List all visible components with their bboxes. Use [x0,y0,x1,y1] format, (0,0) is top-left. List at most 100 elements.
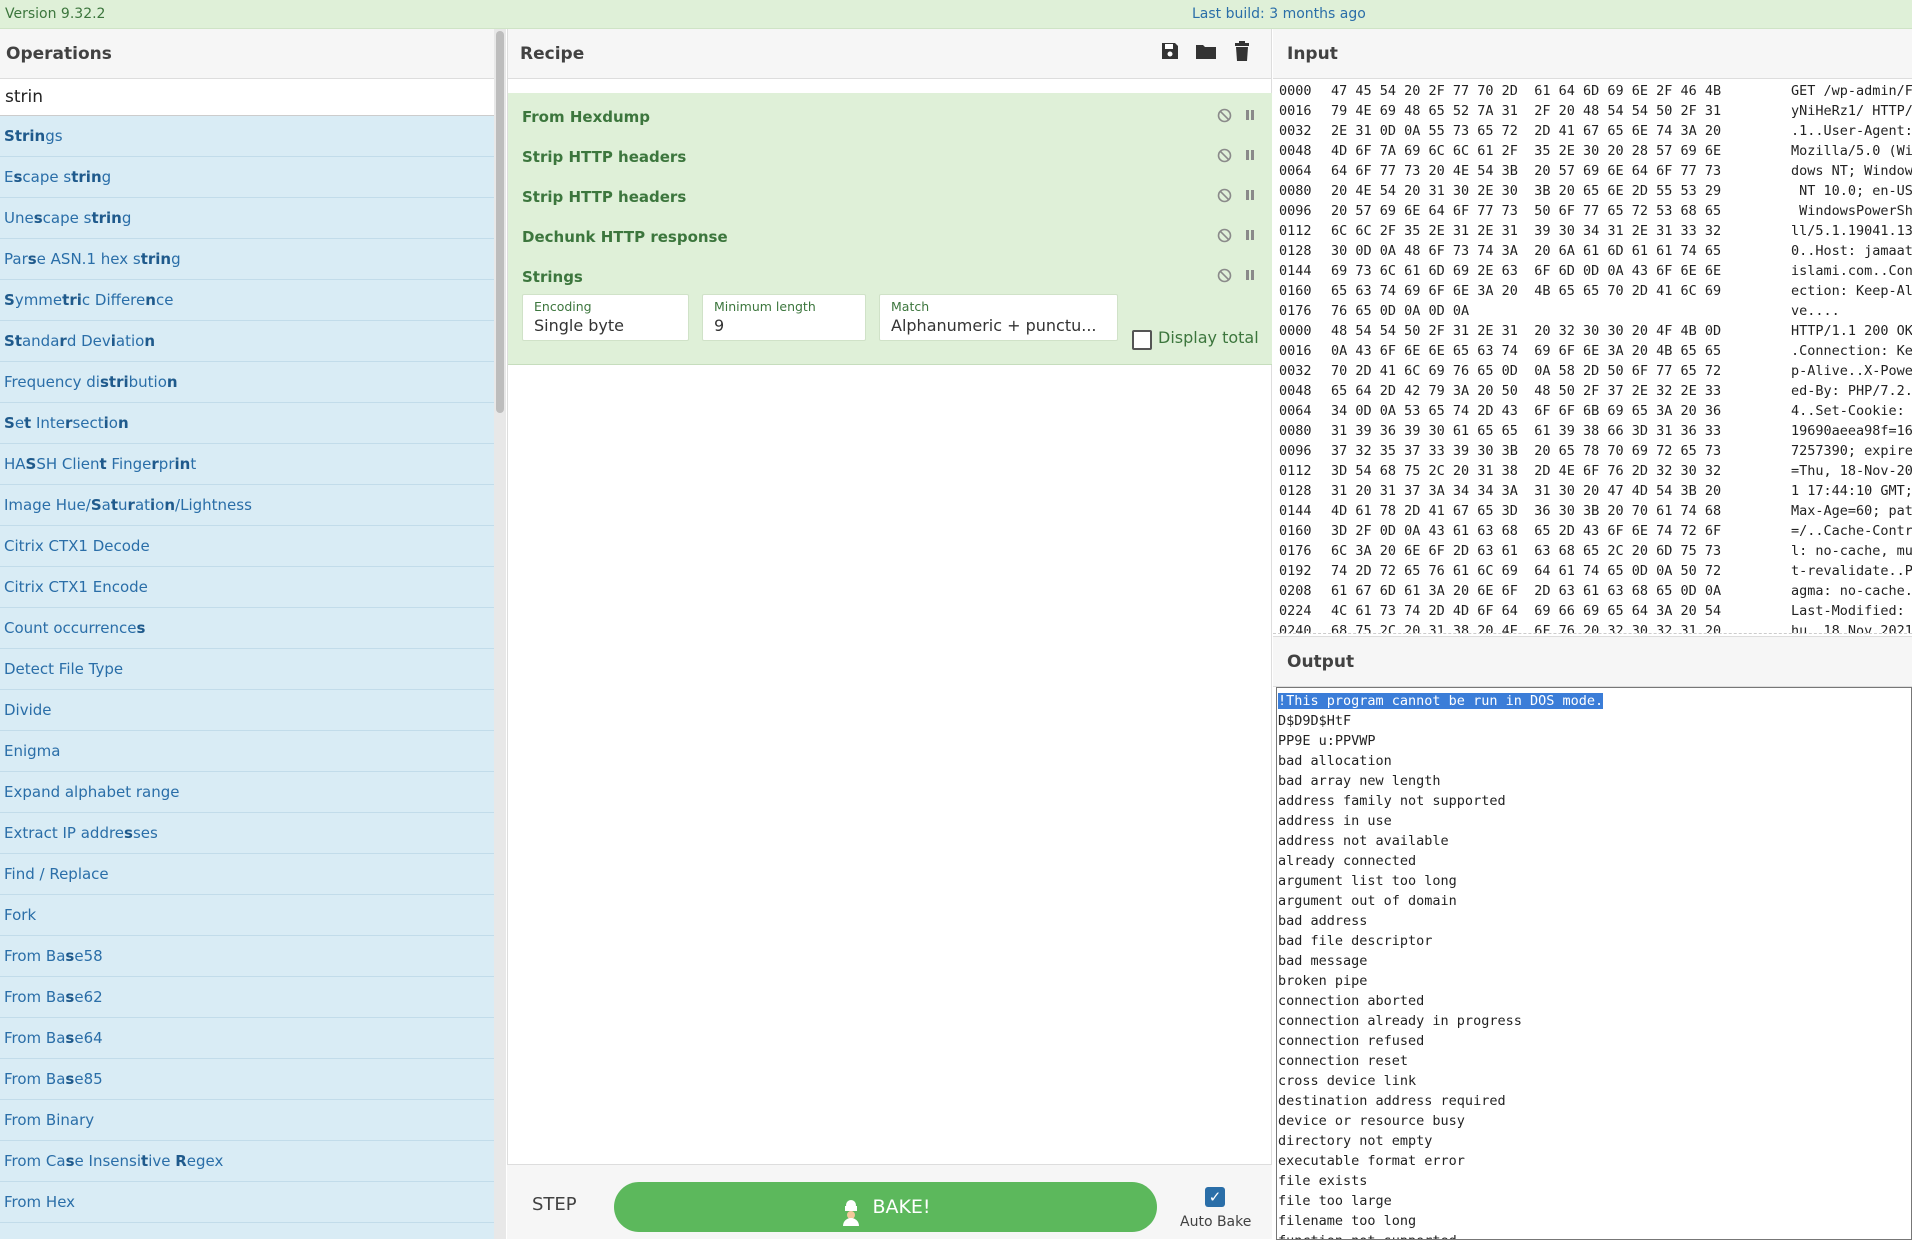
bake-label: BAKE! [872,1196,931,1218]
operation-item[interactable]: Detect File Type [0,649,494,690]
hex-ascii: agma: no-cache.. [1791,583,1912,599]
bake-bar: STEP BAKE! ✓ Auto Bake [507,1164,1272,1239]
input-pane: Input 0000 47 45 54 20 2F 77 70 2D 61 64 … [1273,29,1912,633]
operation-item[interactable]: Citrix CTX1 Encode [0,567,494,608]
operation-item[interactable]: From Base58 [0,936,494,977]
operation-item[interactable]: Unescape string [0,198,494,239]
display-total-checkbox[interactable] [1132,330,1152,350]
operation-item[interactable]: From Base64 [0,1018,494,1059]
operation-item[interactable]: Frequency distribution [0,362,494,403]
match-select[interactable]: Match Alphanumeric + punctu... [879,294,1118,341]
disable-icon[interactable] [1217,228,1232,247]
last-build-link[interactable]: Last build: 3 months ago [1192,6,1366,22]
hex-row: 0112 6C 6C 2F 35 2E 31 2E 31 39 30 34 31 … [1279,221,1912,241]
output-line-text: bad message [1278,953,1368,969]
hex-ascii: 7257390; expires [1791,443,1912,459]
output-line-text: broken pipe [1278,973,1368,989]
output-text-area[interactable]: !This program cannot be run in DOS mode.… [1276,687,1912,1240]
output-line: address family not supported [1278,791,1910,811]
hex-offset: 0096 [1279,203,1312,219]
hex-ascii: ll/5.1.19041.132 [1791,223,1912,239]
operations-search-input[interactable] [0,79,494,116]
output-line-text: bad address [1278,913,1368,929]
version-label: Version 9.32.2 [5,6,106,22]
hex-bytes: 65 64 2D 42 79 3A 20 50 48 50 2F 37 2E 3… [1331,383,1722,399]
output-line: PP9E u:PPVWP [1278,731,1910,751]
operation-item[interactable]: Strings [0,116,494,157]
operation-item[interactable]: Standard Deviation [0,321,494,362]
hex-offset: 0176 [1279,303,1312,319]
hex-ascii: l: no-cache, mus [1791,543,1912,559]
disable-icon[interactable] [1217,108,1232,127]
output-line-text: directory not empty [1278,1133,1433,1149]
hex-offset: 0064 [1279,403,1312,419]
hex-bytes: 47 45 54 20 2F 77 70 2D 61 64 6D 69 6E 2… [1331,83,1722,99]
chef-icon [840,1195,862,1226]
bake-button[interactable]: BAKE! [614,1182,1157,1232]
operation-item[interactable]: From Case Insensitive Regex [0,1141,494,1182]
hex-ascii: ection: Keep-Ali [1791,283,1912,299]
operation-item[interactable]: Divide [0,690,494,731]
minimum-length-field[interactable]: Minimum length 9 [702,294,866,341]
hex-offset: 0208 [1279,583,1312,599]
operation-item[interactable]: Find / Replace [0,854,494,895]
folder-icon[interactable] [1195,41,1217,63]
pause-icon[interactable] [1244,148,1256,167]
hex-row: 0128 31 20 31 37 3A 34 34 3A 31 30 20 47 … [1279,481,1912,501]
operation-item[interactable]: From Binary [0,1100,494,1141]
operation-item[interactable]: From Base85 [0,1059,494,1100]
disable-icon[interactable] [1217,268,1232,287]
disable-icon[interactable] [1217,148,1232,167]
auto-bake-checkbox[interactable]: ✓ [1205,1187,1225,1207]
hex-offset: 0112 [1279,223,1312,239]
operation-item[interactable]: Fork [0,895,494,936]
hex-bytes: 6C 3A 20 6E 6F 2D 63 61 63 68 65 2C 20 6… [1331,543,1722,559]
encoding-select[interactable]: Encoding Single byte [522,294,689,341]
scrollbar-thumb[interactable] [496,31,504,413]
operation-item[interactable]: Escape string [0,157,494,198]
operation-item[interactable]: Extract IP addresses [0,813,494,854]
output-line-text: connection aborted [1278,993,1425,1009]
trash-icon[interactable] [1231,41,1253,63]
hex-row: 0096 20 57 69 6E 64 6F 77 73 50 6F 77 65 … [1279,201,1912,221]
output-line-text: filename too long [1278,1213,1417,1229]
output-line-text: address not available [1278,833,1449,849]
output-line: bad file descriptor [1278,931,1910,951]
pause-icon[interactable] [1244,268,1256,287]
hex-offset: 0144 [1279,503,1312,519]
output-line: bad allocation [1278,751,1910,771]
operation-item[interactable]: Set Intersection [0,403,494,444]
operation-item[interactable]: From Hex [0,1182,494,1223]
hex-bytes: 74 2D 72 65 76 61 6C 69 64 61 74 65 0D 0… [1331,563,1722,579]
pause-icon[interactable] [1244,188,1256,207]
operation-item[interactable]: Parse ASN.1 hex string [0,239,494,280]
operation-item[interactable]: Count occurrences [0,608,494,649]
operations-scrollbar[interactable] [494,29,506,1239]
operation-item[interactable]: Enigma [0,731,494,772]
hex-offset: 0128 [1279,243,1312,259]
operation-item[interactable]: Image Hue/Saturation/Lightness [0,485,494,526]
display-total-label[interactable]: Display total [1158,328,1259,347]
recipe-step-name: From Hexdump [522,108,651,126]
output-line-text: cross device link [1278,1073,1417,1089]
output-line: connection refused [1278,1031,1910,1051]
hex-ascii: 0..Host: jamaate [1791,243,1912,259]
output-line-text: argument list too long [1278,873,1457,889]
disable-icon[interactable] [1217,188,1232,207]
hex-bytes: 34 0D 0A 53 65 74 2D 43 6F 6F 6B 69 65 3… [1331,403,1722,419]
pause-icon[interactable] [1244,108,1256,127]
operation-item[interactable]: From Base62 [0,977,494,1018]
hex-offset: 0176 [1279,543,1312,559]
operation-item[interactable]: HASSH Client Fingerprint [0,444,494,485]
hex-ascii: ve.... [1791,303,1840,319]
pause-icon[interactable] [1244,228,1256,247]
operation-item[interactable]: Citrix CTX1 Decode [0,526,494,567]
save-icon[interactable] [1159,41,1181,63]
hex-row: 0032 70 2D 41 6C 69 76 65 0D 0A 58 2D 50 … [1279,361,1912,381]
auto-bake-label[interactable]: Auto Bake [1180,1214,1251,1230]
operation-item[interactable]: Expand alphabet range [0,772,494,813]
input-text-area[interactable]: 0000 47 45 54 20 2F 77 70 2D 61 64 6D 69 … [1279,81,1912,633]
step-button[interactable]: STEP [532,1194,577,1215]
operation-item[interactable]: Symmetric Difference [0,280,494,321]
hex-ascii: HTTP/1.1 200 OK. [1791,323,1912,339]
